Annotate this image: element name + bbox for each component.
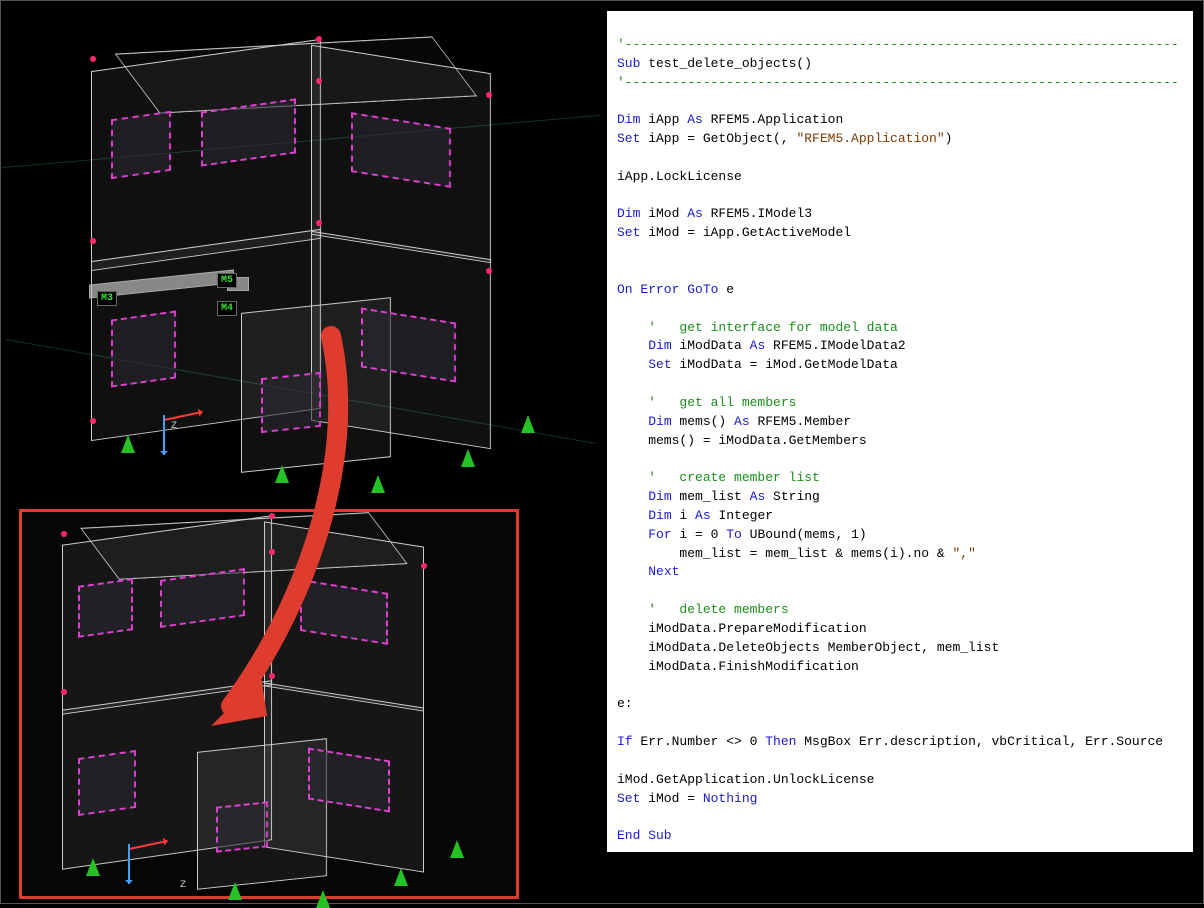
viewport-before[interactable]: M3 M5 M4 Z xyxy=(1,1,601,501)
comment-3: ' create member list xyxy=(648,470,820,485)
imod-assign: iMod = iApp.GetActiveModel xyxy=(640,225,851,240)
code-separator: '---------------------------------------… xyxy=(617,37,1179,52)
memlist-decl: mem_list xyxy=(672,489,750,504)
comment-4: ' delete members xyxy=(648,602,788,617)
kw-as2: As xyxy=(687,206,703,221)
for-b: i = 0 xyxy=(672,527,727,542)
prepare-mod: iModData.PrepareModification xyxy=(617,621,867,636)
kw-sub: Sub xyxy=(617,56,640,71)
member-label-m4: M4 xyxy=(217,301,237,316)
kw-as6: As xyxy=(695,508,711,523)
iapp-decl: iApp xyxy=(640,112,687,127)
member-label-m5: M5 xyxy=(217,273,237,288)
loop-body: mem_list = mem_list & mems(i).no & xyxy=(617,546,952,561)
kw-dim: Dim xyxy=(617,112,640,127)
imod-decl: iMod xyxy=(640,206,687,221)
code-separator2: '---------------------------------------… xyxy=(617,75,1179,90)
i-decl: i xyxy=(672,508,695,523)
sub-name: test_delete_objects() xyxy=(640,56,812,71)
imoddata-type: RFEM5.IModelData2 xyxy=(765,338,905,353)
comment-1: ' get interface for model data xyxy=(648,320,898,335)
member-label-m3: M3 xyxy=(97,291,117,306)
kw-dim3: Dim xyxy=(648,338,671,353)
kw-set: Set xyxy=(617,131,640,146)
for-d: UBound(mems, 1) xyxy=(742,527,867,542)
kw-dim6: Dim xyxy=(648,508,671,523)
kw-onerror: On Error GoTo xyxy=(617,282,718,297)
label-e: e: xyxy=(617,696,633,711)
axis-label-z: Z xyxy=(171,421,177,432)
building-before xyxy=(61,45,551,475)
delete-objects: iModData.DeleteObjects MemberObject, mem… xyxy=(617,640,999,655)
code-editor[interactable]: '---------------------------------------… xyxy=(607,11,1193,852)
memlist-type: String xyxy=(765,489,820,504)
if-cond: Err.Number <> 0 xyxy=(633,734,766,749)
set-nothing: iMod = xyxy=(640,791,702,806)
if-body: MsgBox Err.description, vbCritical, Err.… xyxy=(796,734,1163,749)
iapp-assign: iApp = GetObject(, xyxy=(640,131,796,146)
kw-as5: As xyxy=(750,489,766,504)
kw-set2: Set xyxy=(617,225,640,240)
comment-2: ' get all members xyxy=(648,395,796,410)
kw-as3: As xyxy=(750,338,766,353)
mems-assign: mems() = iModData.GetMembers xyxy=(617,433,867,448)
kw-for: For xyxy=(648,527,671,542)
mems-decl: mems() xyxy=(672,414,734,429)
building-after xyxy=(32,520,512,890)
kw-set4: Set xyxy=(617,791,640,806)
viewport-after[interactable]: Z xyxy=(19,509,519,899)
axis-gizmo-bottom xyxy=(126,814,186,874)
iapp-type: RFEM5.Application xyxy=(703,112,843,127)
imod-type: RFEM5.IModel3 xyxy=(703,206,812,221)
loop-str: "," xyxy=(952,546,975,561)
kw-next: Next xyxy=(648,564,679,579)
iapp-end: ) xyxy=(945,131,953,146)
kw-dim4: Dim xyxy=(648,414,671,429)
kw-dim2: Dim xyxy=(617,206,640,221)
axis-label-z-bottom: Z xyxy=(180,880,186,891)
finish-mod: iModData.FinishModification xyxy=(617,659,859,674)
kw-nothing: Nothing xyxy=(703,791,758,806)
kw-dim5: Dim xyxy=(648,489,671,504)
axis-gizmo-top xyxy=(161,385,221,445)
unlock-license: iMod.GetApplication.UnlockLicense xyxy=(617,772,874,787)
lock-license: iApp.LockLicense xyxy=(617,169,742,184)
kw-if: If xyxy=(617,734,633,749)
iapp-str: "RFEM5.Application" xyxy=(796,131,944,146)
kw-to: To xyxy=(726,527,742,542)
kw-as: As xyxy=(687,112,703,127)
mems-type: RFEM5.Member xyxy=(750,414,851,429)
onerr-label: e xyxy=(718,282,734,297)
kw-set3: Set xyxy=(648,357,671,372)
kw-then: Then xyxy=(765,734,796,749)
imoddata-decl: iModData xyxy=(672,338,750,353)
imoddata-assign: iModData = iMod.GetModelData xyxy=(672,357,898,372)
kw-endsub: End Sub xyxy=(617,828,672,843)
kw-as4: As xyxy=(734,414,750,429)
i-type: Integer xyxy=(711,508,773,523)
